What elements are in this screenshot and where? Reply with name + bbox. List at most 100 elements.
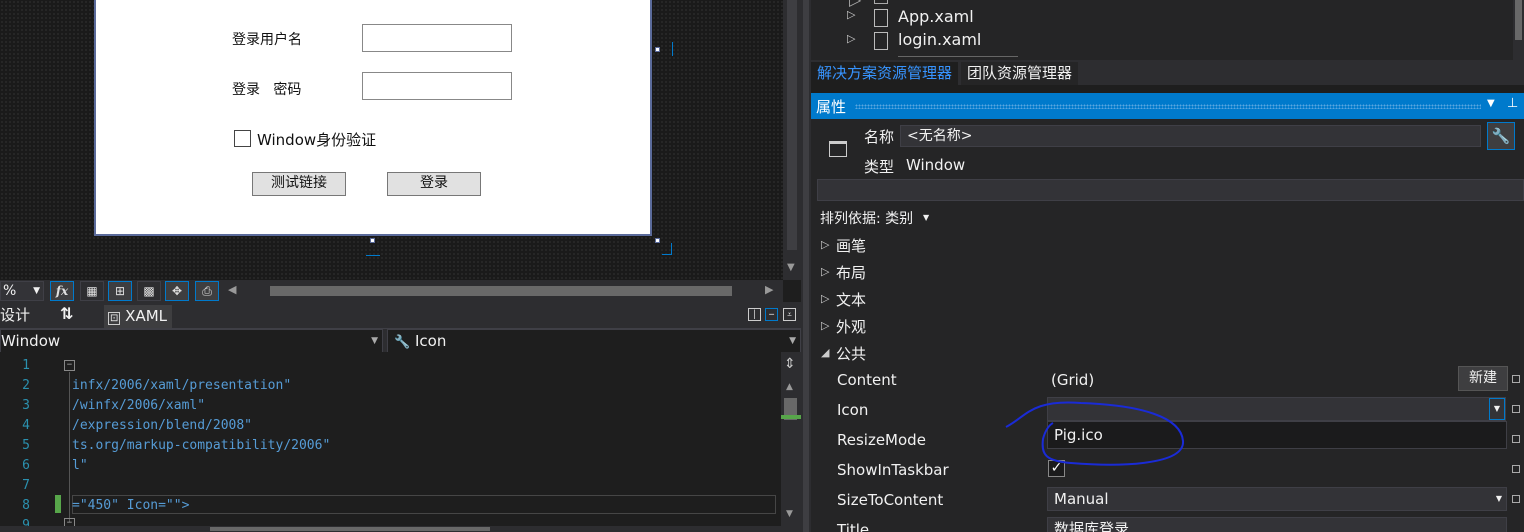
snap-lines-icon[interactable]: ✥ (165, 281, 189, 301)
tree-item-login-xaml[interactable]: login.xaml (898, 30, 981, 49)
tree-item-app-xaml[interactable]: App.xaml (898, 7, 974, 26)
tab-solution-explorer[interactable]: 解决方案资源管理器 (811, 62, 959, 85)
chevron-down-icon: ▼ (789, 336, 796, 346)
pane-splitter[interactable] (801, 0, 811, 532)
scroll-up-icon[interactable]: ▲ (786, 382, 793, 392)
design-surface[interactable]: 登录用户名 登录 密码 Window身份验证 测试链接 登录 (0, 0, 783, 280)
chevron-down-icon[interactable]: ▼ (1487, 98, 1495, 109)
scroll-right-icon[interactable]: ▶ (765, 283, 773, 296)
category-appearance[interactable]: 外观 (836, 316, 866, 337)
swap-panes-icon[interactable]: ⇅ (60, 304, 73, 323)
code-line[interactable]: infx/2006/xaml/presentation" (72, 378, 291, 393)
sizetocontent-combo[interactable]: Manual ▼ (1047, 487, 1507, 511)
sort-by-dropdown[interactable]: 排列依据: 类别 (820, 208, 913, 228)
advanced-options-icon[interactable] (1512, 465, 1520, 473)
code-vertical-scrollbar[interactable]: ⇕ ▲ ▼ (781, 352, 801, 532)
code-line[interactable]: /expression/blend/2008" (72, 418, 252, 433)
category-common[interactable]: 公共 (836, 343, 866, 364)
windows-auth-label: Window身份验证 (257, 131, 377, 149)
code-line[interactable]: /winfx/2006/xaml" (72, 398, 205, 413)
xaml-code-editor[interactable]: − − 1 2 infx/2006/xaml/presentation" 3/winf… (0, 352, 783, 532)
horizontal-scroll-thumb[interactable] (270, 286, 732, 296)
grid-icon[interactable]: ▦ (80, 281, 104, 301)
designer-vertical-scrollbar[interactable]: ▼ (783, 0, 801, 280)
expand-arrow-icon[interactable]: ▷ (821, 265, 829, 278)
line-number: 3 (22, 398, 30, 413)
splitter-grip[interactable] (803, 0, 809, 532)
scroll-down-icon[interactable]: ▼ (786, 509, 793, 519)
new-content-button[interactable]: 新建 (1458, 366, 1508, 391)
snap-grid-icon[interactable]: ⊞ (108, 281, 132, 301)
chevron-down-icon: ▼ (371, 336, 378, 346)
member-selector-value: Icon (414, 332, 447, 350)
chevron-down-icon[interactable]: ▼ (923, 213, 929, 222)
resize-handle-bottom[interactable] (370, 238, 375, 243)
category-brush[interactable]: 画笔 (836, 235, 866, 256)
scroll-down-icon[interactable]: ▼ (787, 262, 795, 273)
checkerboard-icon[interactable]: ▩ (137, 281, 161, 301)
advanced-options-icon[interactable] (1512, 435, 1520, 443)
category-text[interactable]: 文本 (836, 289, 866, 310)
scroll-thumb[interactable] (787, 0, 797, 250)
window-preview[interactable]: 登录用户名 登录 密码 Window身份验证 测试链接 登录 (94, 0, 652, 236)
collapse-region-icon[interactable]: − (64, 360, 75, 371)
resizemode-label: ResizeMode (837, 431, 926, 449)
expand-arrow-icon[interactable]: ▷ (821, 292, 829, 305)
element-selector[interactable]: Window ▼ (0, 329, 383, 353)
password-input[interactable] (362, 72, 512, 100)
code-horizontal-scrollbar[interactable] (0, 526, 783, 532)
tab-team-explorer[interactable]: 团队资源管理器 (961, 62, 1079, 85)
solution-scrollbar[interactable] (1513, 0, 1524, 60)
collapse-pane-icon[interactable]: ⩡ (783, 308, 796, 321)
scroll-left-icon[interactable]: ◀ (228, 283, 236, 296)
member-selector[interactable]: 🔧 Icon ▼ (387, 329, 801, 353)
tab-design[interactable]: 设计 (0, 304, 30, 325)
vertical-split-icon[interactable]: │ (748, 308, 761, 321)
advanced-options-icon[interactable] (1512, 405, 1520, 413)
title-input[interactable]: 数据库登录 (1047, 517, 1507, 532)
name-label: 名称 (864, 128, 895, 146)
split-handle-icon[interactable]: ⇕ (784, 356, 796, 372)
username-input[interactable] (362, 24, 512, 52)
effects-button[interactable]: fx (50, 281, 74, 301)
chevron-down-icon[interactable]: ▼ (1489, 398, 1505, 420)
login-button[interactable]: 登录 (387, 172, 481, 196)
sizetocontent-value: Manual (1054, 490, 1109, 508)
xaml-file-icon (874, 32, 888, 50)
code-line[interactable]: ="450" Icon=""> (72, 498, 189, 513)
resize-handle-right[interactable] (655, 47, 660, 52)
tab-xaml[interactable]: ⊡ XAML (104, 305, 172, 328)
margin-guide (366, 255, 380, 256)
xaml-file-icon (874, 9, 888, 27)
element-selector-value: Window (1, 332, 61, 350)
resize-handle-corner[interactable] (655, 238, 660, 243)
expand-arrow-icon[interactable]: ▷ (847, 8, 855, 21)
device-icon[interactable]: ⎙ (195, 281, 219, 301)
wrench-icon[interactable]: 🔧 (1487, 122, 1515, 150)
windows-auth-checkbox[interactable] (234, 130, 251, 147)
margin-guide-corner (662, 243, 672, 255)
showintaskbar-label: ShowInTaskbar (837, 461, 949, 479)
properties-title-bar: 属性 ▼ ⊥ (811, 93, 1524, 119)
advanced-options-icon[interactable] (1512, 495, 1520, 503)
expand-arrow-icon[interactable]: ▷ (847, 32, 855, 45)
name-input[interactable]: <无名称> (900, 125, 1481, 147)
advanced-options-icon[interactable] (1512, 375, 1520, 383)
pin-icon[interactable]: ⊥ (1507, 96, 1518, 111)
collapse-arrow-icon[interactable]: ◢ (821, 346, 829, 359)
code-line[interactable]: ts.org/markup-compatibility/2006" (72, 438, 330, 453)
zoom-combo[interactable]: % ▼ (0, 281, 44, 301)
code-line[interactable]: l" (72, 458, 88, 473)
content-value: (Grid) (1051, 371, 1095, 389)
category-layout[interactable]: 布局 (836, 262, 866, 283)
scroll-thumb[interactable] (1515, 0, 1522, 40)
username-label: 登录用户名 (232, 32, 302, 48)
solution-tab-strip: 解决方案资源管理器 团队资源管理器 (811, 60, 1524, 85)
content-label: Content (837, 371, 897, 389)
test-connection-button[interactable]: 测试链接 (252, 172, 346, 196)
expand-arrow-icon[interactable]: ▷ (821, 238, 829, 251)
property-search-input[interactable] (817, 179, 1524, 201)
scroll-thumb[interactable] (210, 527, 490, 531)
horizontal-split-icon[interactable]: ─ (765, 308, 778, 321)
expand-arrow-icon[interactable]: ▷ (821, 319, 829, 332)
